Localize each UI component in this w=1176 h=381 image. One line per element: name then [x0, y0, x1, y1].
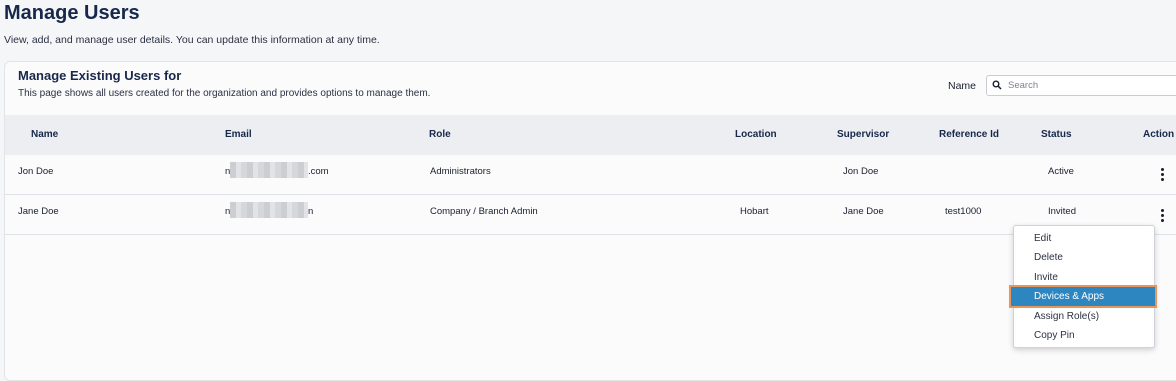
column-header-name[interactable]: Name — [31, 129, 58, 140]
column-header-status[interactable]: Status — [1041, 129, 1072, 140]
menu-item-edit[interactable]: Edit — [1014, 229, 1154, 248]
column-header-reference-id[interactable]: Reference Id — [939, 129, 999, 140]
column-header-supervisor[interactable]: Supervisor — [837, 129, 889, 140]
search-input[interactable] — [1008, 80, 1176, 91]
column-header-role[interactable]: Role — [429, 129, 451, 140]
menu-item-delete[interactable]: Delete — [1014, 248, 1154, 267]
search-icon — [992, 77, 1002, 95]
user-status: Invited — [1048, 206, 1076, 217]
search-box[interactable] — [986, 75, 1176, 96]
email-suffix: n — [308, 206, 314, 217]
user-location: Hobart — [740, 206, 769, 217]
card-title: Manage Existing Users for — [18, 68, 182, 83]
page-subtitle: View, add, and manage user details. You … — [4, 34, 380, 46]
table-row[interactable]: Jane Doe n n Company / Branch Admin Hoba… — [5, 195, 1176, 235]
action-menu: Edit Delete Invite Devices & Apps Assign… — [1009, 225, 1157, 348]
email-redaction — [230, 202, 308, 218]
menu-item-assign-roles[interactable]: Assign Role(s) — [1014, 307, 1154, 326]
table-row[interactable]: Jon Doe n .com Administrators Jon Doe Ac… — [5, 155, 1176, 195]
email-redaction — [230, 162, 308, 178]
column-header-location[interactable]: Location — [735, 129, 777, 140]
menu-item-invite[interactable]: Invite — [1014, 268, 1154, 287]
user-role: Administrators — [430, 166, 491, 177]
table-header: Name Email Role Location Supervisor Refe… — [5, 115, 1176, 155]
user-role: Company / Branch Admin — [430, 206, 538, 217]
more-actions-icon[interactable] — [1155, 166, 1169, 182]
user-supervisor: Jon Doe — [843, 166, 879, 177]
more-actions-icon[interactable] — [1155, 207, 1169, 223]
user-name: Jane Doe — [18, 206, 59, 217]
page-title: Manage Users — [4, 2, 140, 24]
users-card: Manage Existing Users for This page show… — [4, 61, 1176, 381]
user-reference-id: test1000 — [945, 206, 982, 217]
email-suffix: .com — [308, 166, 329, 177]
user-name: Jon Doe — [18, 166, 54, 177]
card-description: This page shows all users created for th… — [18, 88, 431, 99]
column-header-action: Action — [1143, 129, 1175, 140]
user-supervisor: Jane Doe — [843, 206, 884, 217]
column-header-email[interactable]: Email — [225, 129, 252, 140]
name-filter-label: Name — [948, 80, 977, 92]
user-status: Active — [1048, 166, 1074, 177]
menu-item-devices-apps[interactable]: Devices & Apps — [1009, 285, 1157, 308]
menu-item-copy-pin[interactable]: Copy Pin — [1014, 326, 1154, 345]
